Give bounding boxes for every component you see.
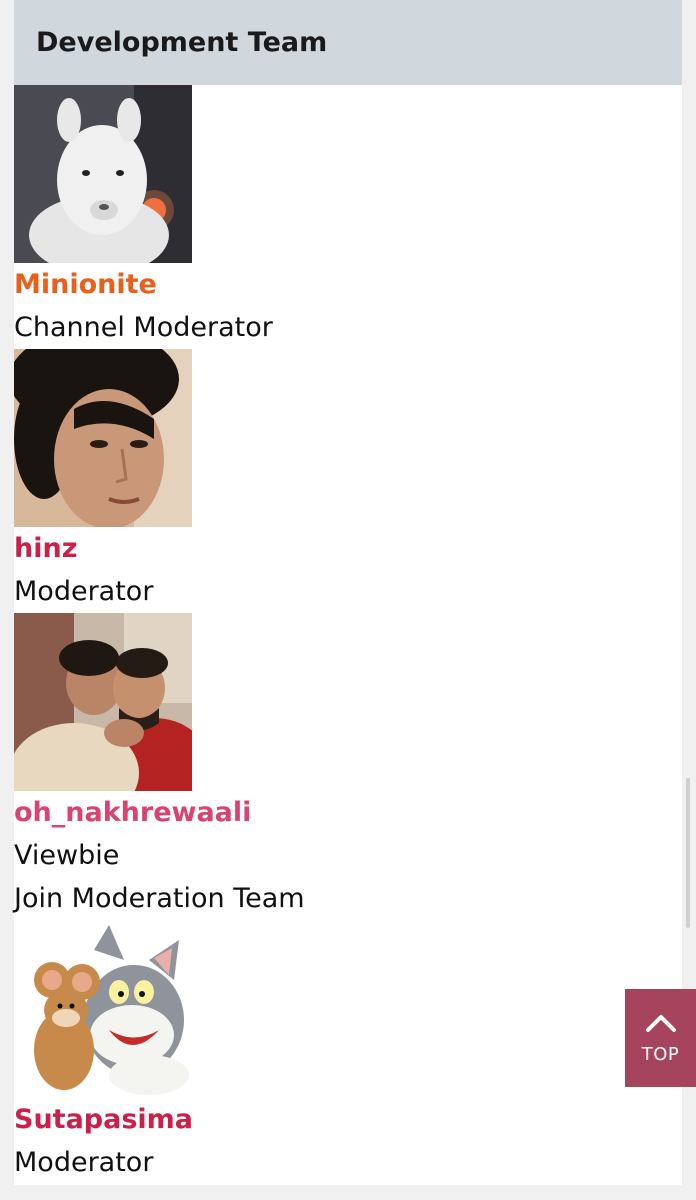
join-moderation-team-link[interactable]: Join Moderation Team (14, 877, 682, 920)
member-role: Viewbie (14, 840, 120, 871)
member-avatar[interactable] (14, 613, 192, 791)
scrollbar-thumb[interactable] (686, 778, 690, 928)
member-role: Moderator (14, 576, 154, 607)
member-role: Moderator (14, 1147, 154, 1178)
scroll-to-top-button[interactable]: TOP (625, 989, 696, 1087)
member-avatar[interactable] (14, 920, 192, 1098)
member-name-link[interactable]: Minionite (14, 263, 682, 306)
member-name-link[interactable]: oh_nakhrewaali (14, 791, 682, 834)
member-avatar[interactable] (14, 349, 192, 527)
top-label: TOP (641, 1043, 680, 1065)
development-team-panel: Development Team Minionite Channel Moder… (14, 0, 682, 1185)
member-item: oh_nakhrewaali Viewbie Join Moderation T… (14, 613, 682, 920)
panel-header: Development Team (14, 0, 682, 85)
member-avatar[interactable] (14, 85, 192, 263)
member-item: Minionite Channel Moderator (14, 85, 682, 349)
member-role: Channel Moderator (14, 312, 273, 343)
member-item: Sutapasima Moderator (14, 920, 682, 1184)
member-name-link[interactable]: hinz (14, 527, 682, 570)
member-name-link[interactable]: Sutapasima (14, 1098, 682, 1141)
panel-title: Development Team (36, 27, 328, 58)
member-item: hinz Moderator (14, 349, 682, 613)
chevron-up-icon (644, 1012, 678, 1038)
